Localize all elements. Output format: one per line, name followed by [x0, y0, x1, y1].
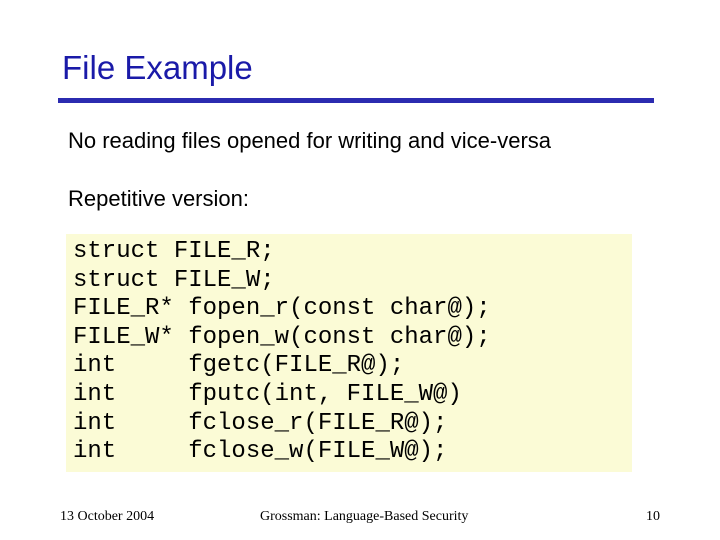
code-line: struct FILE_W;	[73, 266, 275, 294]
code-line: int fgetc(FILE_R@);	[73, 352, 405, 380]
code-line: int fclose_r(FILE_R@);	[73, 409, 448, 437]
code-line: FILE_R* fopen_r(const char@);	[73, 295, 491, 323]
code-line: FILE_W* fopen_w(const char@);	[73, 323, 491, 351]
code-line: int fputc(int, FILE_W@)	[73, 380, 462, 408]
slide-title: File Example	[62, 49, 253, 86]
title-underline	[58, 98, 654, 103]
paragraph-rule: No reading files opened for writing and …	[68, 128, 552, 153]
page-number: 10	[646, 509, 660, 524]
paragraph-intro: Repetitive version:	[68, 186, 249, 211]
code-line: int fclose_w(FILE_W@);	[73, 438, 448, 466]
code-line: struct FILE_R;	[73, 238, 275, 265]
footer-date: 13 October 2004	[60, 509, 155, 524]
footer-author: Grossman: Language-Based Security	[260, 509, 469, 524]
code-block: struct FILE_R; struct FILE_W; FILE_R* fope…	[73, 238, 491, 467]
